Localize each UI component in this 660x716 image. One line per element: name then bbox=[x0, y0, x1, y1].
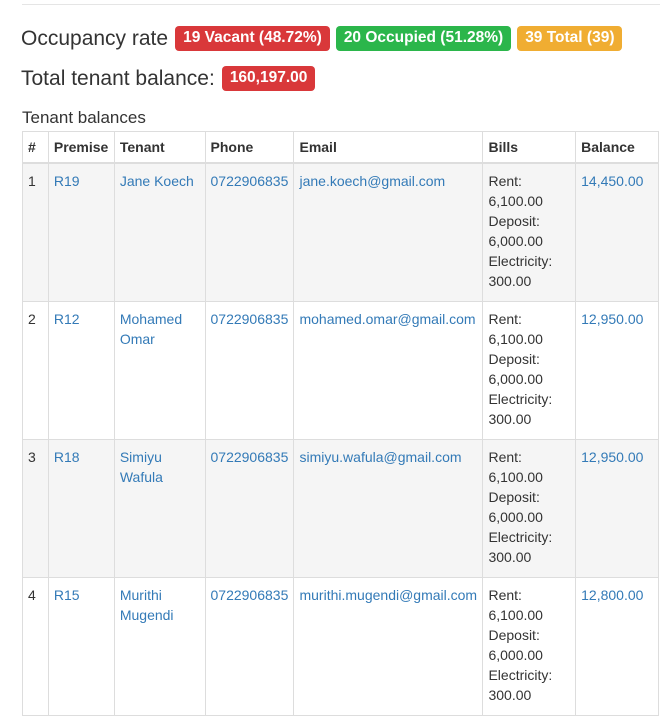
row-number: 4 bbox=[22, 577, 49, 716]
bill-rent-amount: 6,100.00 bbox=[488, 469, 543, 485]
premise-link[interactable]: R18 bbox=[54, 449, 80, 465]
bill-rent-amount: 6,100.00 bbox=[488, 607, 543, 623]
row-number: 1 bbox=[22, 162, 49, 302]
row-number: 2 bbox=[22, 301, 49, 440]
bill-rent-amount: 6,100.00 bbox=[488, 193, 543, 209]
balance-link[interactable]: 12,950.00 bbox=[581, 449, 643, 465]
bill-electricity-label: Electricity: bbox=[488, 253, 553, 269]
bill-deposit-label: Deposit: bbox=[488, 489, 540, 505]
email-link[interactable]: murithi.mugendi@gmail.com bbox=[299, 587, 477, 603]
col-header-premise: Premise bbox=[47, 131, 115, 164]
bill-deposit-label: Deposit: bbox=[488, 627, 540, 643]
total-badge: 39 Total (39) bbox=[517, 26, 623, 51]
premise-link[interactable]: R19 bbox=[54, 173, 80, 189]
col-header-balance: Balance bbox=[575, 131, 659, 164]
col-header-number: # bbox=[22, 131, 49, 164]
occupied-badge: 20 Occupied (51.28%) bbox=[335, 26, 512, 51]
bill-deposit-amount: 6,000.00 bbox=[488, 509, 543, 525]
occupancy-label: Occupancy rate bbox=[21, 26, 169, 50]
phone-link[interactable]: 0722906835 bbox=[211, 587, 289, 603]
bill-electricity-amount: 300.00 bbox=[488, 687, 532, 703]
bill-deposit-amount: 6,000.00 bbox=[488, 371, 543, 387]
bill-electricity-amount: 300.00 bbox=[488, 549, 532, 565]
balance-link[interactable]: 14,450.00 bbox=[581, 173, 643, 189]
phone-link[interactable]: 0722906835 bbox=[211, 311, 289, 327]
bill-deposit-amount: 6,000.00 bbox=[488, 233, 543, 249]
col-header-email: Email bbox=[293, 131, 484, 164]
bill-electricity-label: Electricity: bbox=[488, 391, 553, 407]
table-header-row: # Premise Tenant Phone Email Bills Balan… bbox=[22, 131, 659, 164]
tenant-link[interactable]: Mohamed Omar bbox=[120, 311, 182, 347]
bill-deposit-label: Deposit: bbox=[488, 351, 540, 367]
bills-cell: Rent: 6,100.00 Deposit: 6,000.00 Electri… bbox=[482, 162, 577, 302]
bill-electricity-label: Electricity: bbox=[488, 529, 553, 545]
bill-electricity-amount: 300.00 bbox=[488, 273, 532, 289]
bill-deposit-amount: 6,000.00 bbox=[488, 647, 543, 663]
table-caption: Tenant balances bbox=[22, 108, 146, 127]
balance-badge: 160,197.00 bbox=[221, 66, 316, 91]
tenant-link[interactable]: Jane Koech bbox=[120, 173, 194, 189]
email-link[interactable]: jane.koech@gmail.com bbox=[299, 173, 445, 189]
tenant-link[interactable]: Murithi Mugendi bbox=[120, 587, 174, 623]
vacant-badge: 19 Vacant (48.72%) bbox=[175, 26, 330, 51]
premise-link[interactable]: R12 bbox=[54, 311, 80, 327]
email-link[interactable]: mohamed.omar@gmail.com bbox=[299, 311, 475, 327]
tenant-link[interactable]: Simiyu Wafula bbox=[120, 449, 163, 485]
bill-electricity-amount: 300.00 bbox=[488, 411, 532, 427]
phone-link[interactable]: 0722906835 bbox=[211, 449, 289, 465]
table-row: 1 R19 Jane Koech 0722906835 jane.koech@g… bbox=[22, 162, 659, 302]
bills-cell: Rent: 6,100.00 Deposit: 6,000.00 Electri… bbox=[482, 301, 577, 440]
email-link[interactable]: simiyu.wafula@gmail.com bbox=[299, 449, 461, 465]
occupancy-row: Occupancy rate 19 Vacant (48.72%) 20 Occ… bbox=[21, 26, 628, 51]
balance-label: Total tenant balance: bbox=[21, 66, 215, 90]
premise-link[interactable]: R15 bbox=[54, 587, 80, 603]
bill-rent-label: Rent: bbox=[488, 587, 522, 603]
bill-rent-amount: 6,100.00 bbox=[488, 331, 543, 347]
tenant-balances-table: # Premise Tenant Phone Email Bills Balan… bbox=[22, 131, 659, 716]
bill-rent-label: Rent: bbox=[488, 173, 522, 189]
row-number: 3 bbox=[22, 439, 49, 578]
balance-link[interactable]: 12,800.00 bbox=[581, 587, 643, 603]
col-header-bills: Bills bbox=[482, 131, 577, 164]
balance-row: Total tenant balance: 160,197.00 bbox=[21, 66, 321, 91]
top-divider bbox=[22, 4, 660, 5]
bills-cell: Rent: 6,100.00 Deposit: 6,000.00 Electri… bbox=[482, 577, 577, 716]
col-header-phone: Phone bbox=[204, 131, 295, 164]
bills-cell: Rent: 6,100.00 Deposit: 6,000.00 Electri… bbox=[482, 439, 577, 578]
table-row: 4 R15 Murithi Mugendi 0722906835 murithi… bbox=[22, 577, 659, 716]
table-row: 2 R12 Mohamed Omar 0722906835 mohamed.om… bbox=[22, 301, 659, 440]
bill-deposit-label: Deposit: bbox=[488, 213, 540, 229]
bill-rent-label: Rent: bbox=[488, 311, 522, 327]
bill-rent-label: Rent: bbox=[488, 449, 522, 465]
bill-electricity-label: Electricity: bbox=[488, 667, 553, 683]
phone-link[interactable]: 0722906835 bbox=[211, 173, 289, 189]
col-header-tenant: Tenant bbox=[113, 131, 206, 164]
table-row: 3 R18 Simiyu Wafula 0722906835 simiyu.wa… bbox=[22, 439, 659, 578]
balance-link[interactable]: 12,950.00 bbox=[581, 311, 643, 327]
